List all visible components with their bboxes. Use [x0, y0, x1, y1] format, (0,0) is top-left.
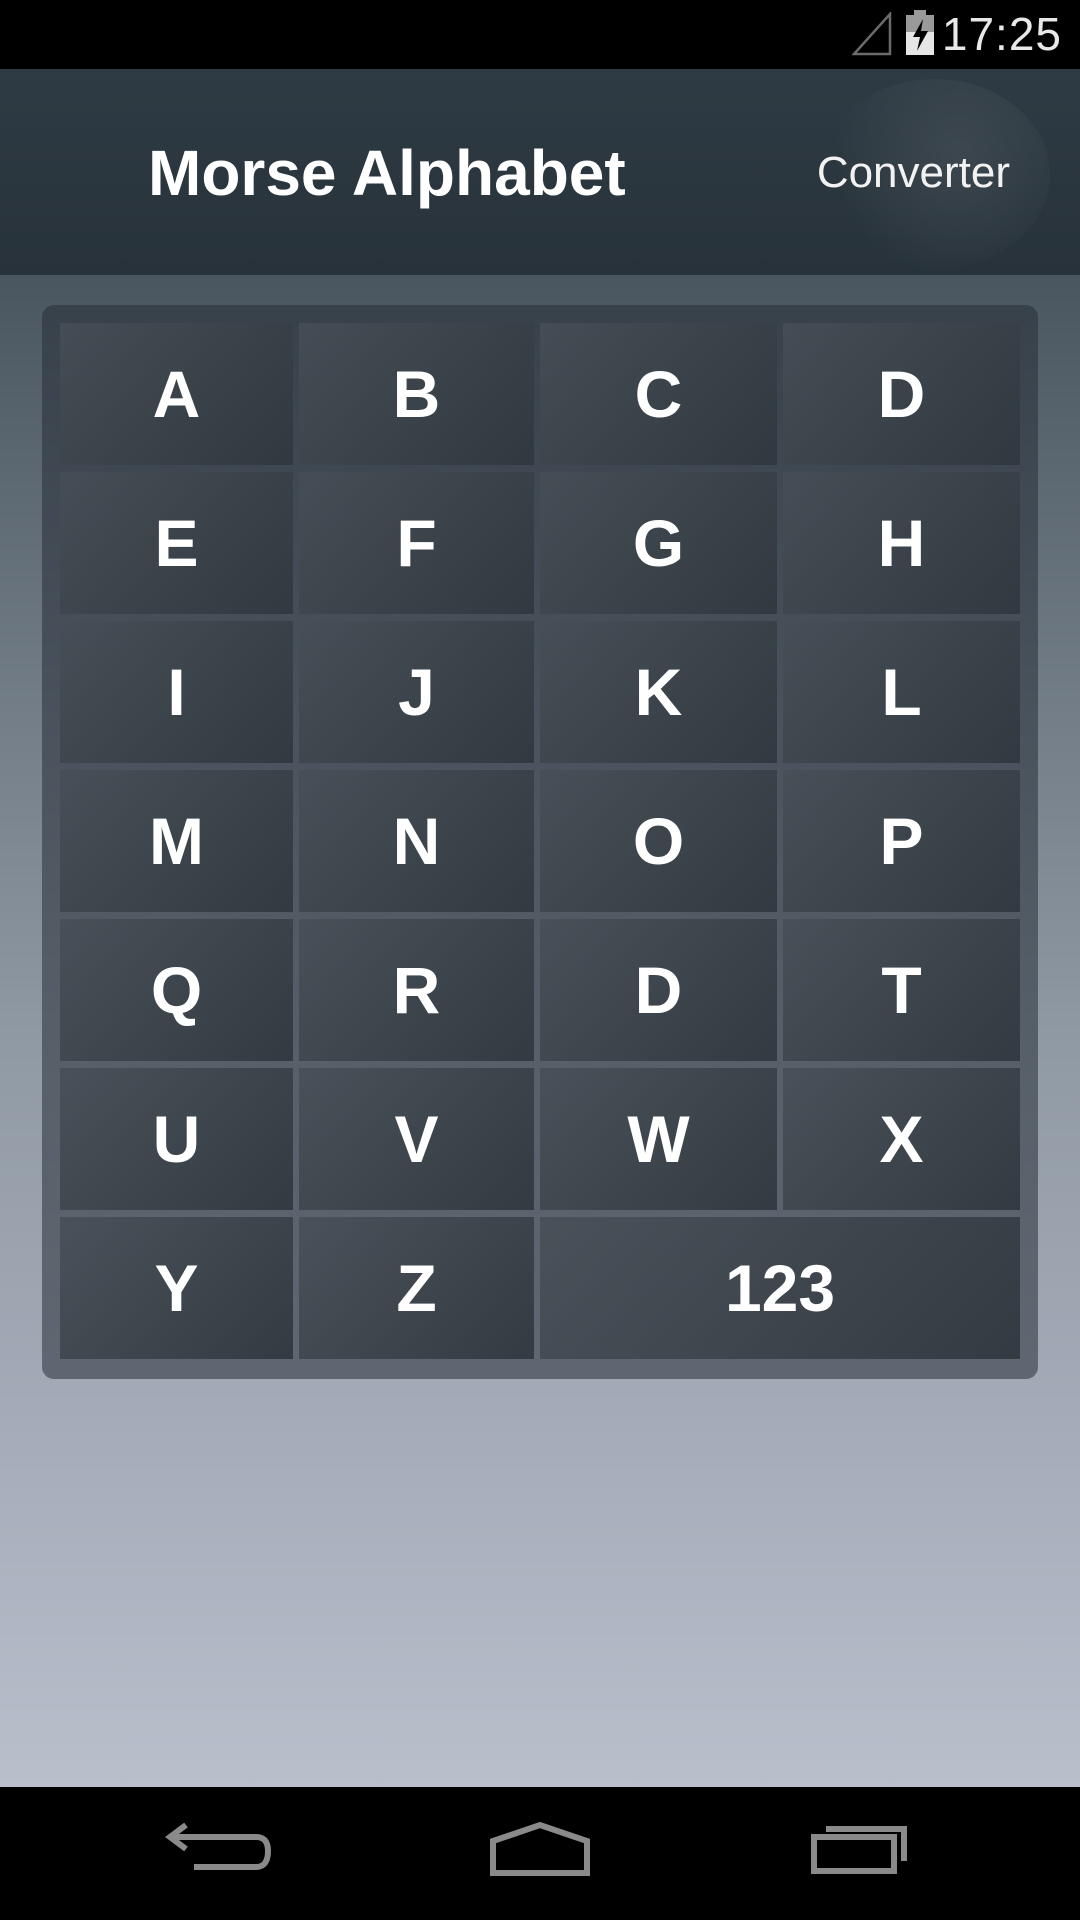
key-d[interactable]: D [783, 323, 1020, 465]
recents-icon [811, 1826, 907, 1874]
key-r[interactable]: R [299, 919, 534, 1061]
key-n[interactable]: N [299, 770, 534, 912]
key-q[interactable]: Q [60, 919, 293, 1061]
key-j[interactable]: J [299, 621, 534, 763]
key-p[interactable]: P [783, 770, 1020, 912]
key-d[interactable]: D [540, 919, 777, 1061]
battery-charging-icon [904, 10, 936, 56]
content-area: A B C D E F G H I J K L M N O P Q R D T U V W X Y Z 123 [0, 275, 1080, 1787]
key-h[interactable]: H [783, 472, 1020, 614]
screen: 17:25 Morse Alphabet Converter ABCDEFGHI… [0, 0, 1080, 1920]
status-bar: 17:25 [0, 0, 1080, 69]
action-bar: Morse Alphabet Converter [0, 69, 1080, 275]
alphabet-grid: A B C D E F G H I J K L M N O P Q R D T U V W X Y Z 123 [60, 323, 1022, 1363]
home-icon [490, 1821, 590, 1876]
key-v[interactable]: V [299, 1068, 534, 1210]
navigation-bar [0, 1787, 1080, 1920]
key-i[interactable]: I [60, 621, 293, 763]
key-y[interactable]: Y [60, 1217, 293, 1359]
key-x[interactable]: X [783, 1068, 1020, 1210]
key-g[interactable]: G [540, 472, 777, 614]
recents-button[interactable] [806, 1815, 916, 1891]
key-u[interactable]: U [60, 1068, 293, 1210]
key-w[interactable]: W [540, 1068, 777, 1210]
key-f[interactable]: F [299, 472, 534, 614]
key-k[interactable]: K [540, 621, 777, 763]
key-m[interactable]: M [60, 770, 293, 912]
key-l[interactable]: L [783, 621, 1020, 763]
key-z[interactable]: Z [299, 1217, 534, 1359]
key-123[interactable]: 123 [540, 1217, 1020, 1359]
page-title: Morse Alphabet [148, 137, 626, 209]
key-c[interactable]: C [540, 323, 777, 465]
converter-button[interactable]: Converter [817, 145, 1010, 201]
signal-icon [851, 10, 892, 56]
key-t[interactable]: T [783, 919, 1020, 1061]
status-time: 17:25 [941, 8, 1062, 60]
back-button[interactable] [164, 1815, 274, 1891]
home-button[interactable] [485, 1815, 595, 1891]
key-a[interactable]: A [60, 323, 293, 465]
key-e[interactable]: E [60, 472, 293, 614]
alphabet-panel: A B C D E F G H I J K L M N O P Q R D T U V W X Y Z 123 [42, 305, 1038, 1379]
back-icon [165, 1822, 272, 1870]
key-o[interactable]: O [540, 770, 777, 912]
key-b[interactable]: B [299, 323, 534, 465]
